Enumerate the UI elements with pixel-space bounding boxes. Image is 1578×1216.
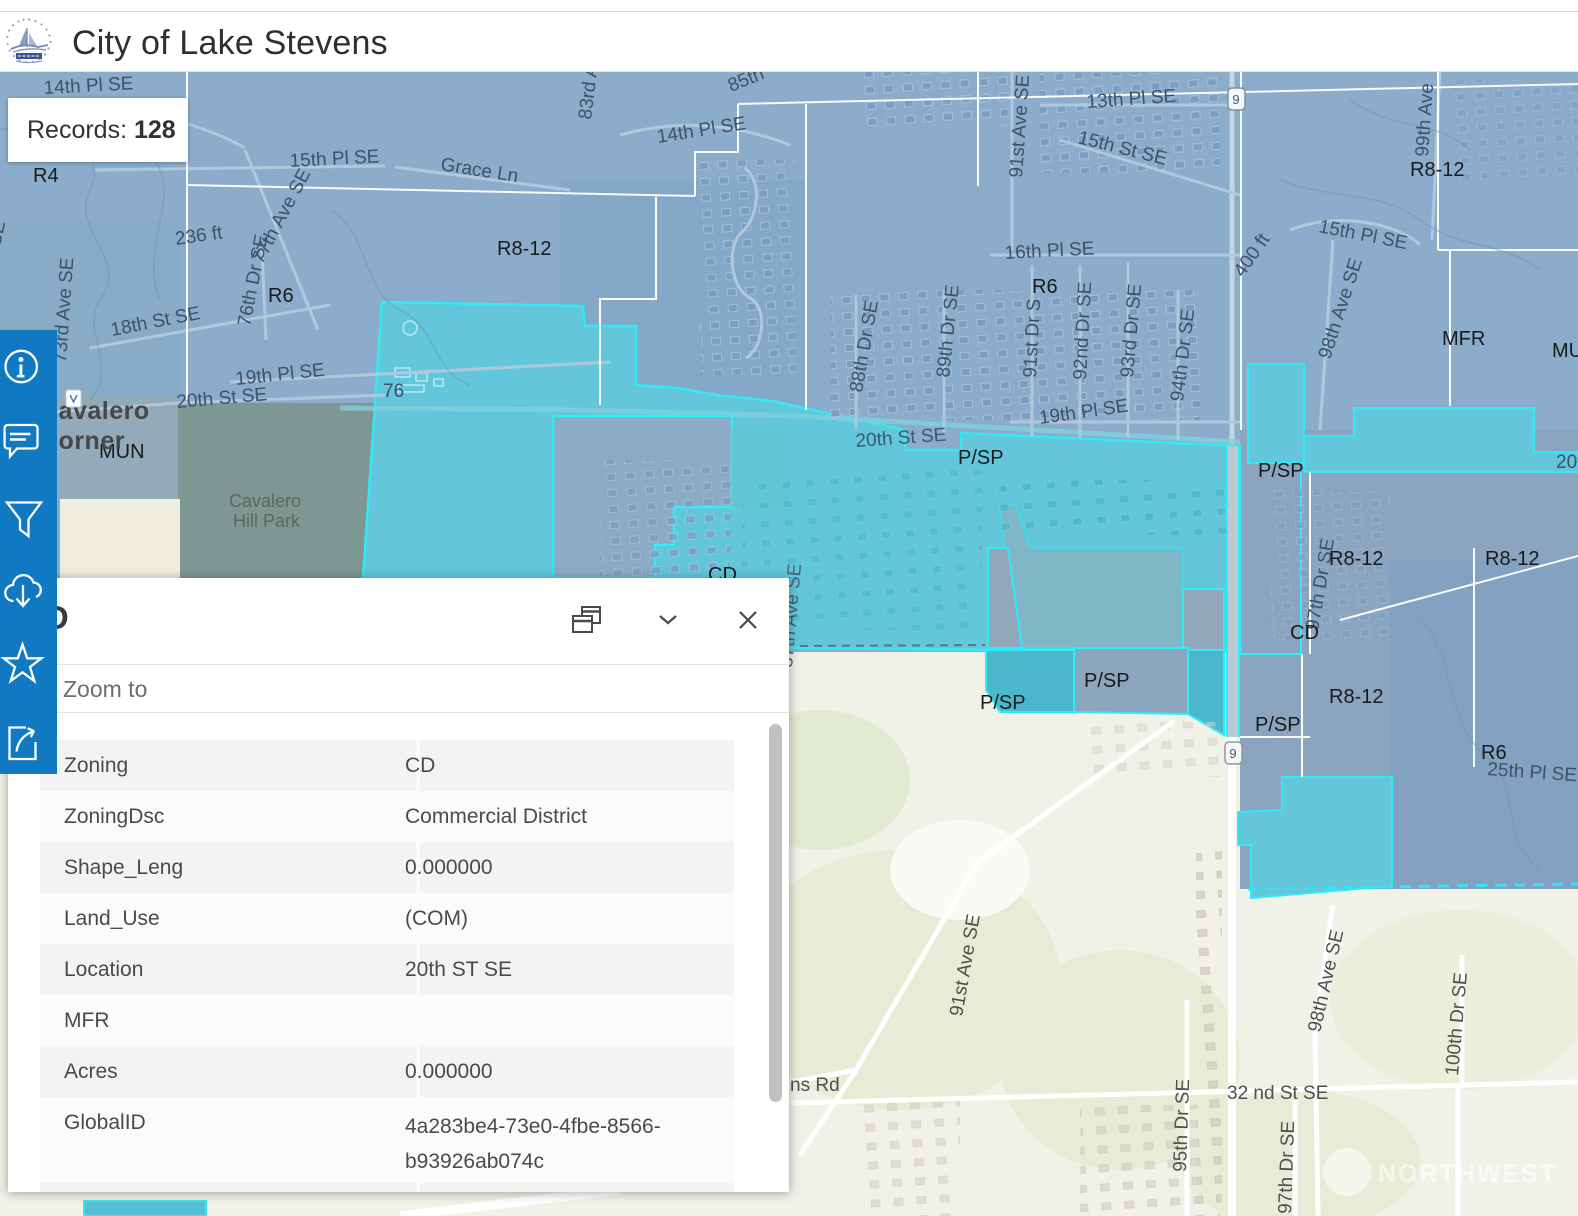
svg-text:P/SP: P/SP bbox=[1255, 714, 1301, 736]
svg-text:32 nd St SE: 32 nd St SE bbox=[1227, 1083, 1328, 1104]
svg-text:97th Dr SE: 97th Dr SE bbox=[1275, 1121, 1299, 1215]
svg-text:ns Rd: ns Rd bbox=[790, 1075, 840, 1096]
svg-text:NORTHWEST: NORTHWEST bbox=[1378, 1160, 1557, 1188]
svg-text:P/SP: P/SP bbox=[1084, 670, 1130, 692]
svg-text:9: 9 bbox=[1232, 92, 1239, 107]
svg-text:Hill Park: Hill Park bbox=[233, 511, 301, 531]
svg-text:R6: R6 bbox=[1481, 742, 1507, 764]
svg-text:91st Dr S: 91st Dr S bbox=[1020, 298, 1045, 378]
svg-text:R8-12: R8-12 bbox=[497, 238, 551, 260]
svg-text:MFR: MFR bbox=[1442, 328, 1485, 350]
svg-text:76: 76 bbox=[383, 381, 404, 402]
svg-text:P/SP: P/SP bbox=[1258, 460, 1304, 482]
svg-text:CD: CD bbox=[1290, 622, 1319, 644]
svg-text:R8-12: R8-12 bbox=[1485, 548, 1539, 570]
svg-text:R8-12: R8-12 bbox=[1329, 686, 1383, 708]
svg-text:95th Dr SE: 95th Dr SE bbox=[1170, 1079, 1194, 1173]
svg-text:Cavalero: Cavalero bbox=[229, 491, 301, 511]
svg-text:R8-12: R8-12 bbox=[1329, 548, 1383, 570]
svg-text:9: 9 bbox=[1229, 746, 1236, 761]
svg-text:20t: 20t bbox=[1556, 452, 1578, 473]
svg-text:R8-12: R8-12 bbox=[1410, 159, 1464, 181]
svg-text:P/SP: P/SP bbox=[958, 447, 1004, 469]
svg-text:MU: MU bbox=[1552, 340, 1578, 362]
svg-text:R6: R6 bbox=[1032, 276, 1058, 298]
svg-text:R4: R4 bbox=[33, 165, 59, 187]
svg-text:R6: R6 bbox=[268, 285, 294, 307]
svg-text:P/SP: P/SP bbox=[980, 692, 1026, 714]
